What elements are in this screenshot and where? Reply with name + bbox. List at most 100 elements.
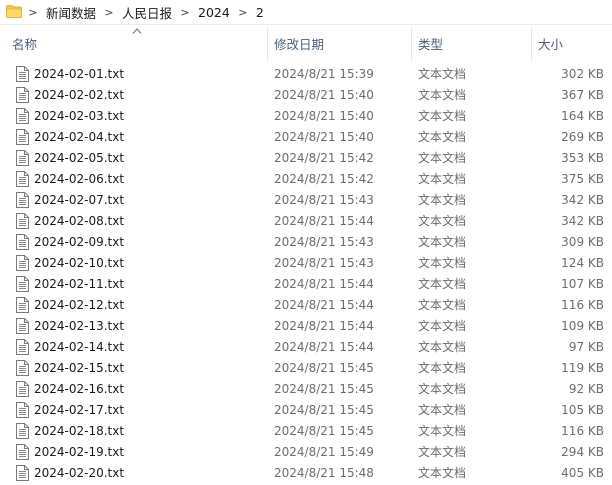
file-row[interactable]: 2024-02-18.txt 2024/8/21 15:45 文本文档 116 KB	[0, 421, 612, 442]
file-name: 2024-02-06.txt	[34, 172, 125, 186]
breadcrumb-item[interactable]: 人民日报	[120, 1, 174, 24]
file-size: 309 KB	[561, 235, 604, 249]
file-type: 文本文档	[418, 340, 467, 354]
file-name: 2024-02-11.txt	[34, 277, 125, 291]
file-size: 269 KB	[561, 130, 604, 144]
file-row[interactable]: 2024-02-17.txt 2024/8/21 15:45 文本文档 105 KB	[0, 400, 612, 421]
file-row[interactable]: 2024-02-11.txt 2024/8/21 15:44 文本文档 107 KB	[0, 274, 612, 295]
file-row[interactable]: 2024-02-10.txt 2024/8/21 15:43 文本文档 124 KB	[0, 253, 612, 274]
file-date-modified: 2024/8/21 15:43	[274, 256, 374, 270]
file-type: 文本文档	[418, 298, 467, 312]
file-name: 2024-02-19.txt	[34, 445, 125, 459]
file-type: 文本文档	[418, 424, 467, 438]
file-name: 2024-02-17.txt	[34, 403, 125, 417]
text-file-icon	[16, 402, 29, 418]
file-row[interactable]: 2024-02-03.txt 2024/8/21 15:40 文本文档 164 KB	[0, 106, 612, 127]
file-row[interactable]: 2024-02-15.txt 2024/8/21 15:45 文本文档 119 KB	[0, 358, 612, 379]
file-row[interactable]: 2024-02-01.txt 2024/8/21 15:39 文本文档 302 KB	[0, 64, 612, 85]
file-date-modified: 2024/8/21 15:48	[274, 466, 374, 480]
file-type: 文本文档	[418, 361, 467, 375]
column-type[interactable]: 类型	[412, 25, 530, 61]
file-name: 2024-02-18.txt	[34, 424, 125, 438]
file-row[interactable]: 2024-02-05.txt 2024/8/21 15:42 文本文档 353 KB	[0, 148, 612, 169]
file-name: 2024-02-16.txt	[34, 382, 125, 396]
file-type: 文本文档	[418, 67, 467, 81]
breadcrumb-item[interactable]: 2	[254, 3, 266, 22]
file-date-modified: 2024/8/21 15:45	[274, 361, 374, 375]
file-name: 2024-02-01.txt	[34, 67, 125, 81]
file-type: 文本文档	[418, 277, 467, 291]
file-size: 367 KB	[561, 88, 604, 102]
text-file-icon	[16, 129, 29, 145]
file-size: 302 KB	[561, 67, 604, 81]
file-size: 119 KB	[561, 361, 604, 375]
file-row[interactable]: 2024-02-08.txt 2024/8/21 15:44 文本文档 342 KB	[0, 211, 612, 232]
file-date-modified: 2024/8/21 15:42	[274, 172, 374, 186]
text-file-icon	[16, 318, 29, 334]
file-date-modified: 2024/8/21 15:39	[274, 67, 374, 81]
file-type: 文本文档	[418, 445, 467, 459]
chevron-right-icon[interactable]: >	[26, 6, 40, 19]
file-type: 文本文档	[418, 319, 467, 333]
file-name: 2024-02-15.txt	[34, 361, 125, 375]
file-type: 文本文档	[418, 235, 467, 249]
file-row[interactable]: 2024-02-09.txt 2024/8/21 15:43 文本文档 309 KB	[0, 232, 612, 253]
file-date-modified: 2024/8/21 15:44	[274, 214, 374, 228]
file-date-modified: 2024/8/21 15:44	[274, 277, 374, 291]
text-file-icon	[16, 276, 29, 292]
file-date-modified: 2024/8/21 15:49	[274, 445, 374, 459]
file-size: 342 KB	[561, 193, 604, 207]
column-date-modified[interactable]: 修改日期	[268, 25, 410, 61]
text-file-icon	[16, 465, 29, 481]
text-file-icon	[16, 171, 29, 187]
file-date-modified: 2024/8/21 15:40	[274, 130, 374, 144]
file-size: 405 KB	[561, 466, 604, 480]
file-type: 文本文档	[418, 382, 467, 396]
file-row[interactable]: 2024-02-07.txt 2024/8/21 15:43 文本文档 342 KB	[0, 190, 612, 211]
file-row[interactable]: 2024-02-12.txt 2024/8/21 15:44 文本文档 116 KB	[0, 295, 612, 316]
file-row[interactable]: 2024-02-13.txt 2024/8/21 15:44 文本文档 109 KB	[0, 316, 612, 337]
address-bar[interactable]: > 新闻数据 > 人民日报 > 2024 > 2	[0, 0, 612, 25]
text-file-icon	[16, 66, 29, 82]
folder-icon	[6, 5, 22, 18]
file-date-modified: 2024/8/21 15:45	[274, 424, 374, 438]
file-type: 文本文档	[418, 214, 467, 228]
file-row[interactable]: 2024-02-04.txt 2024/8/21 15:40 文本文档 269 KB	[0, 127, 612, 148]
file-row[interactable]: 2024-02-19.txt 2024/8/21 15:49 文本文档 294 KB	[0, 442, 612, 463]
breadcrumb-item[interactable]: 2024	[196, 3, 232, 22]
file-type: 文本文档	[418, 193, 467, 207]
file-row[interactable]: 2024-02-16.txt 2024/8/21 15:45 文本文档 92 KB	[0, 379, 612, 400]
file-name: 2024-02-02.txt	[34, 88, 125, 102]
chevron-right-icon[interactable]: >	[236, 6, 250, 19]
file-size: 116 KB	[561, 298, 604, 312]
file-row[interactable]: 2024-02-02.txt 2024/8/21 15:40 文本文档 367 KB	[0, 85, 612, 106]
text-file-icon	[16, 444, 29, 460]
file-size: 105 KB	[561, 403, 604, 417]
file-type: 文本文档	[418, 403, 467, 417]
file-type: 文本文档	[418, 130, 467, 144]
file-type: 文本文档	[418, 256, 467, 270]
text-file-icon	[16, 297, 29, 313]
file-name: 2024-02-04.txt	[34, 130, 125, 144]
file-name: 2024-02-07.txt	[34, 193, 125, 207]
chevron-right-icon[interactable]: >	[178, 6, 192, 19]
file-date-modified: 2024/8/21 15:40	[274, 109, 374, 123]
file-list: 2024-02-01.txt 2024/8/21 15:39 文本文档 302 KB 2…	[0, 64, 612, 484]
column-name[interactable]: 名称	[0, 25, 266, 61]
column-size[interactable]: 大小	[532, 25, 612, 61]
file-size: 124 KB	[561, 256, 604, 270]
text-file-icon	[16, 255, 29, 271]
file-date-modified: 2024/8/21 15:45	[274, 382, 374, 396]
text-file-icon	[16, 213, 29, 229]
file-name: 2024-02-13.txt	[34, 319, 125, 333]
file-size: 92 KB	[568, 382, 604, 396]
text-file-icon	[16, 360, 29, 376]
file-row[interactable]: 2024-02-06.txt 2024/8/21 15:42 文本文档 375 KB	[0, 169, 612, 190]
chevron-right-icon[interactable]: >	[102, 6, 116, 19]
file-date-modified: 2024/8/21 15:44	[274, 319, 374, 333]
breadcrumb-item[interactable]: 新闻数据	[44, 1, 98, 24]
file-name: 2024-02-08.txt	[34, 214, 125, 228]
file-row[interactable]: 2024-02-14.txt 2024/8/21 15:44 文本文档 97 KB	[0, 337, 612, 358]
file-row[interactable]: 2024-02-20.txt 2024/8/21 15:48 文本文档 405 KB	[0, 463, 612, 484]
text-file-icon	[16, 150, 29, 166]
